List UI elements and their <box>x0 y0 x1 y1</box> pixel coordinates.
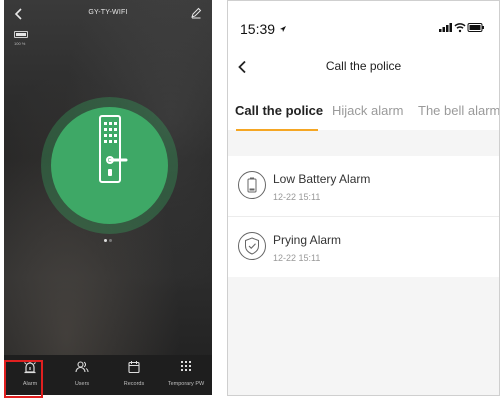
signal-icon <box>439 23 452 32</box>
door-lock-icon <box>99 115 128 183</box>
page-indicator <box>104 229 114 247</box>
tab-temporary-pw-label: Temporary PW <box>167 381 205 387</box>
list-item[interactable]: Prying Alarm 12-22 15:11 <box>228 216 499 277</box>
tab-records[interactable]: Records <box>108 355 160 395</box>
shield-icon <box>238 232 266 260</box>
battery-percent: 100 % <box>14 41 26 46</box>
status-time-text: 15:39 <box>240 21 276 37</box>
alarm-title: Low Battery Alarm <box>273 172 371 186</box>
battery-icon <box>238 171 266 199</box>
wifi-icon <box>454 23 466 33</box>
tab-hijack-alarm[interactable]: Hijack alarm <box>332 103 404 118</box>
edit-icon[interactable] <box>190 7 202 19</box>
location-arrow-icon <box>279 26 286 32</box>
users-icon <box>75 361 89 373</box>
tab-bell-alarm[interactable]: The bell alarm <box>418 103 499 118</box>
battery-status-icon <box>467 23 484 32</box>
keypad-icon <box>181 361 191 371</box>
list-item[interactable]: Low Battery Alarm 12-22 15:11 <box>228 156 499 216</box>
calendar-icon <box>128 361 140 374</box>
alarm-list: Low Battery Alarm 12-22 15:11 Prying Ala… <box>228 156 499 277</box>
tab-call-the-police[interactable]: Call the police <box>235 103 323 118</box>
page-title: Call the police <box>325 59 402 73</box>
alarm-time: 12-22 15:11 <box>273 253 321 263</box>
tab-users[interactable]: Users <box>56 355 108 395</box>
header-area: 15:39 Call the police Call the police Hi… <box>228 1 499 131</box>
battery-icon <box>14 31 28 38</box>
highlight-box <box>4 360 43 398</box>
alarm-title: Prying Alarm <box>273 233 342 247</box>
tab-temporary-pw[interactable]: Temporary PW <box>160 355 212 395</box>
device-title: GY-TY-WIFI <box>88 9 128 16</box>
tab-users-label: Users <box>74 381 90 387</box>
status-time: 15:39 <box>240 21 287 37</box>
status-icons <box>439 23 484 33</box>
tab-records-label: Records <box>123 381 145 387</box>
alarm-screen: 15:39 Call the police Call the police Hi… <box>227 0 500 396</box>
alarm-time: 12-22 15:11 <box>273 192 321 202</box>
active-tab-indicator <box>236 129 318 131</box>
device-screen: GY-TY-WIFI 100 % Alarm Users Records Tem… <box>4 0 212 395</box>
